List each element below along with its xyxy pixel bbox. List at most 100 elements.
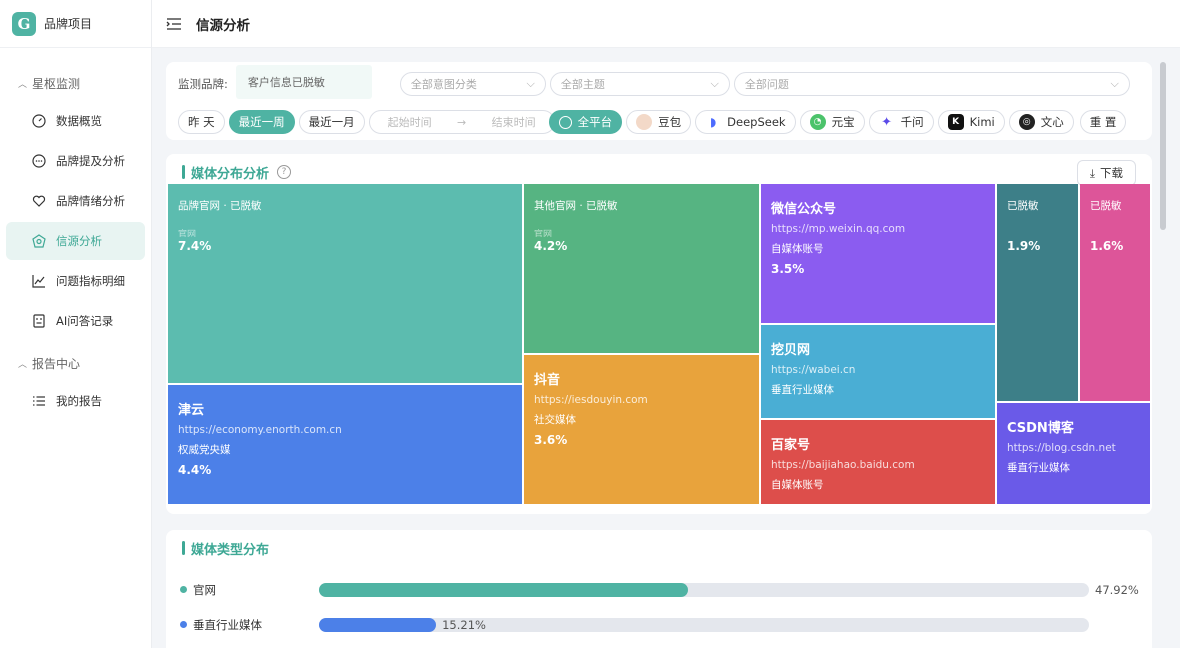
brand-select[interactable]: 客户信息已脱敏 [235,65,372,99]
kimi-icon: K [947,114,964,130]
platform-all-button[interactable]: 全平台 [548,110,623,134]
sidebar-item-sentiment[interactable]: 品牌情绪分析 [6,182,145,220]
platform-doubao-button[interactable]: 豆包 [626,110,692,134]
chart-line-icon [30,272,48,290]
help-icon[interactable]: ? [277,165,292,179]
globe-icon [558,115,572,129]
app-logo[interactable]: G 品牌项目 [0,0,151,48]
treemap: 品牌官网 · 已脱敏 官网 7.4% 其他官网 · 已脱敏 官网 4.2% 微信… [168,184,1150,504]
treemap-tile[interactable]: 百家号 https://baijiahao.baidu.com 自媒体账号 [761,420,995,504]
nav-group-monitor[interactable]: ︿ 星枢监测 [0,66,151,100]
tile-name: 津云 [178,403,205,418]
doubao-icon [636,114,653,130]
tile-url: https://mp.weixin.qq.com [771,223,906,235]
media-type-row: 官网 47.92% [166,572,1152,607]
filter-row-1: 监测品牌: 客户信息已脱敏 全部意图分类 ⌵ 全部主题 ⌵ 全部问题 ⌵ [178,65,1140,99]
platform-label: 元宝 [831,115,855,129]
chevron-up-icon: ︿ [18,359,28,370]
question-select[interactable]: 全部问题 ⌵ [733,72,1130,96]
intent-placeholder: 全部意图分类 [410,78,477,91]
media-type-row: 垂直行业媒体 15.21% [166,607,1152,642]
media-type-percent: 47.92% [1095,582,1139,597]
download-button[interactable]: ⤓ 下载 [1076,160,1136,186]
treemap-tile[interactable]: 已脱敏 1.6% [1080,184,1150,401]
treemap-tile[interactable]: 抖音 https://iesdouyin.com 社交媒体 3.6% [524,355,759,504]
treemap-tile[interactable]: 其他官网 · 已脱敏 官网 4.2% [524,184,759,353]
period-yesterday-button[interactable]: 昨 天 [178,110,225,134]
scrollbar-thumb[interactable] [1160,62,1166,230]
card-title: 媒体分布分析 [191,166,270,182]
period-week-button[interactable]: 最近一周 [228,110,295,134]
source-icon [30,232,48,250]
scrollbar[interactable] [1160,62,1166,648]
sidebar-item-overview[interactable]: 数据概览 [6,102,145,140]
treemap-tile[interactable]: 挖贝网 https://wabei.cn 垂直行业媒体 [761,325,995,418]
tile-ghost [1007,227,1068,237]
treemap-tile[interactable]: 津云 https://economy.enorth.com.cn 权威党央媒 4… [168,385,522,504]
tile-url: https://iesdouyin.com [534,394,648,406]
media-distribution-card: 媒体分布分析 ? ⤓ 下载 品牌官网 · 已脱敏 官网 7.4% 其他官网 · … [166,154,1152,514]
card-title: 媒体类型分布 [191,542,270,558]
chevron-down-icon: ⌵ [1110,77,1119,90]
sidebar-item-label: 品牌提及分析 [56,154,125,168]
sidebar-item-label: AI问答记录 [56,314,114,328]
chat-icon [30,152,48,170]
treemap-tile[interactable]: CSDN博客 https://blog.csdn.net 垂直行业媒体 [997,403,1150,504]
media-type-card: 媒体类型分布 官网 47.92% 垂直行业媒体 15.21% [166,530,1152,648]
download-label: 下载 [1100,166,1123,180]
platform-kimi-button[interactable]: K Kimi [937,110,1005,134]
platform-label: 豆包 [658,115,682,129]
tile-url: https://economy.enorth.com.cn [178,424,342,436]
platform-label: Kimi [969,115,995,129]
chevron-up-icon: ︿ [18,79,28,90]
chevron-down-icon: ⌵ [526,77,535,90]
sidebar-item-my-report[interactable]: 我的报告 [6,382,145,420]
sidebar-item-label: 问题指标明细 [56,274,125,288]
media-type-label: 官网 [193,582,216,597]
sidebar-item-source[interactable]: 信源分析 [6,222,145,260]
tile-percent: 3.6% [534,433,568,447]
sidebar-item-label: 信源分析 [56,234,102,248]
tile-percent: 3.5% [771,262,805,276]
topic-select[interactable]: 全部主题 ⌵ [549,72,730,96]
treemap-tile[interactable]: 微信公众号 https://mp.weixin.qq.com 自媒体账号 3.5… [761,184,995,323]
reset-button[interactable]: 重 置 [1079,110,1127,134]
menu-fold-icon[interactable] [166,17,182,31]
tile-percent: 4.2% [534,239,568,253]
platform-wenxin-button[interactable]: ◎ 文心 [1008,110,1074,134]
page-title: 信源分析 [196,17,250,34]
tile-percent: 1.6% [1090,239,1124,253]
tile-category: 权威党央媒 [178,444,231,456]
tile-category: 自媒体账号 [771,243,824,255]
sidebar-item-ai-qa[interactable]: AI问答记录 [6,302,145,340]
tile-category: 官网 [534,230,553,237]
start-date-placeholder: 起始时间 [387,116,432,129]
legend-dot [180,621,187,628]
robot-icon [30,312,48,330]
title-accent [182,541,185,555]
app-name: 品牌项目 [44,17,93,31]
sidebar-item-mention[interactable]: 品牌提及分析 [6,142,145,180]
sidebar-item-metrics[interactable]: 问题指标明细 [6,262,145,300]
sidebar-item-label: 品牌情绪分析 [56,194,125,208]
platform-yuanbao-button[interactable]: ◔ 元宝 [799,110,865,134]
platform-deepseek-button[interactable]: ◗ DeepSeek [695,110,796,134]
brand-label: 监测品牌: [178,77,228,91]
treemap-tile[interactable]: 品牌官网 · 已脱敏 官网 7.4% [168,184,522,383]
arrow-right-icon: → [457,115,467,129]
treemap-tile[interactable]: 已脱敏 1.9% [997,184,1078,401]
tile-category: 自媒体账号 [771,479,824,491]
tile-percent: 7.4% [178,239,212,253]
question-placeholder: 全部问题 [744,78,789,91]
platform-label: DeepSeek [727,115,786,129]
platform-qianwen-button[interactable]: ✦ 千问 [868,110,934,134]
tile-name: 百家号 [771,438,811,453]
nav-group-report[interactable]: ︿ 报告中心 [0,346,151,380]
tile-url: https://wabei.cn [771,364,856,376]
tile-url: https://blog.csdn.net [1007,442,1116,454]
progress-track [319,582,1089,597]
date-range-picker[interactable]: 起始时间 → 结束时间 [368,110,555,134]
period-month-button[interactable]: 最近一月 [298,110,365,134]
tile-url: https://baijiahao.baidu.com [771,459,915,471]
intent-select[interactable]: 全部意图分类 ⌵ [399,72,546,96]
